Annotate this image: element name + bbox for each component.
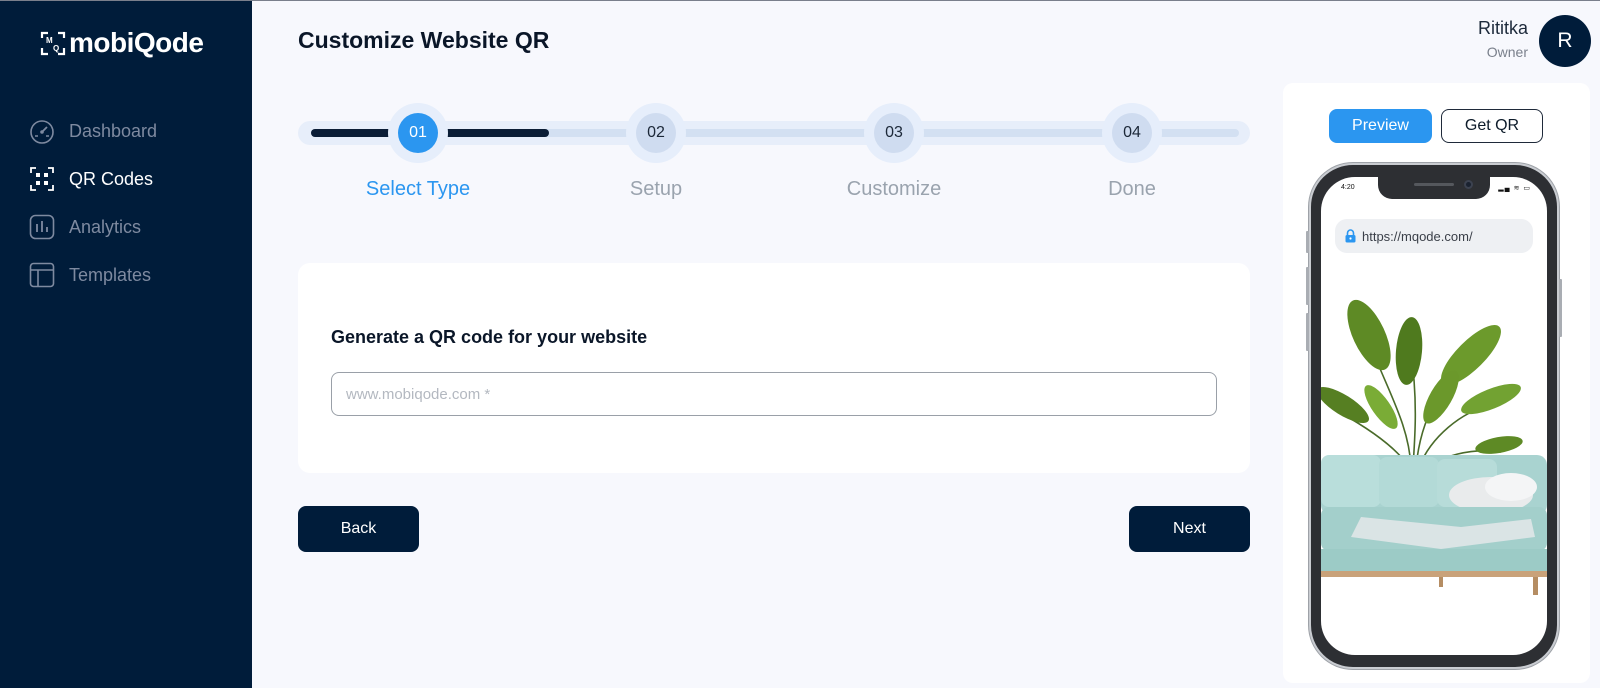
phone-power-button <box>1559 279 1562 337</box>
brand-name: mobiQode <box>69 27 204 58</box>
brand-logo[interactable]: M Q mobiQode <box>40 27 204 59</box>
sidebar-item-qr-codes[interactable]: QR Codes <box>28 155 157 203</box>
step-label-select-type: Select Type <box>365 178 471 200</box>
sidebar-item-label: Templates <box>69 264 152 285</box>
get-qr-button[interactable]: Get QR <box>1441 109 1543 143</box>
phone-notch <box>1378 177 1490 199</box>
speedometer-icon <box>28 117 56 145</box>
step-number: 03 <box>874 113 914 153</box>
step-number: 01 <box>398 113 438 153</box>
form-title: Generate a QR code for your website <box>331 327 648 347</box>
phone-status-time: 4:20 <box>1341 184 1355 191</box>
user-info: Rititka Owner <box>1478 18 1528 60</box>
browser-address-bar: https://mqode.com/ <box>1335 219 1533 253</box>
user-name: Rititka <box>1477 18 1528 38</box>
svg-text:Q: Q <box>53 44 59 53</box>
sidebar-item-dashboard[interactable]: Dashboard <box>28 107 157 155</box>
phone-volume-up <box>1306 267 1309 305</box>
sidebar-item-label: Dashboard <box>69 120 158 141</box>
preview-button[interactable]: Preview <box>1329 109 1432 143</box>
qr-code-icon <box>28 165 56 193</box>
step-label-setup: Setup <box>629 178 683 200</box>
step-label-done: Done <box>1108 178 1156 200</box>
step-4[interactable]: 04 <box>1102 103 1162 163</box>
sidebar: M Q mobiQode Dashboard QR Codes Analytic… <box>0 1 252 688</box>
sidebar-item-analytics[interactable]: Analytics <box>28 203 157 251</box>
page-title: Customize Website QR <box>298 27 550 53</box>
sidebar-item-label: QR Codes <box>69 168 154 189</box>
speaker-grille <box>1414 183 1454 186</box>
website-form-card: Generate a QR code for your website <box>298 263 1250 473</box>
sidebar-item-label: Analytics <box>69 216 142 237</box>
template-layout-icon <box>28 261 56 289</box>
preview-panel: Preview Get QR 4:20 ▂▄ ≋ ▭ https://mqode… <box>1283 83 1590 683</box>
sidebar-item-templates[interactable]: Templates <box>28 251 157 299</box>
plant-and-sofa-image <box>1321 299 1547 595</box>
user-role: Owner <box>1486 44 1528 60</box>
bar-chart-icon <box>28 213 56 241</box>
step-number: 02 <box>636 113 676 153</box>
phone-screen: 4:20 ▂▄ ≋ ▭ https://mqode.com/ <box>1321 177 1547 655</box>
step-1[interactable]: 01 <box>388 103 448 163</box>
svg-text:M: M <box>46 36 53 45</box>
step-2[interactable]: 02 <box>626 103 686 163</box>
phone-mockup: 4:20 ▂▄ ≋ ▭ https://mqode.com/ <box>1306 163 1562 669</box>
website-url-input[interactable] <box>331 372 1217 416</box>
browser-url: https://mqode.com/ <box>1362 228 1473 244</box>
step-label-customize: Customize <box>846 178 942 200</box>
logo-icon: M Q <box>40 31 66 56</box>
sidebar-nav: Dashboard QR Codes Analytics Templates <box>28 107 157 299</box>
step-3[interactable]: 03 <box>864 103 924 163</box>
lock-icon <box>1345 229 1356 243</box>
signal-wifi-battery-icon: ▂▄ ≋ ▭ <box>1498 185 1531 192</box>
back-button[interactable]: Back <box>298 506 419 552</box>
next-button[interactable]: Next <box>1129 506 1250 552</box>
camera-icon <box>1464 180 1473 189</box>
step-number: 04 <box>1112 113 1152 153</box>
phone-volume-down <box>1306 313 1309 351</box>
phone-mute-switch <box>1306 231 1309 253</box>
avatar[interactable]: R <box>1539 15 1591 67</box>
